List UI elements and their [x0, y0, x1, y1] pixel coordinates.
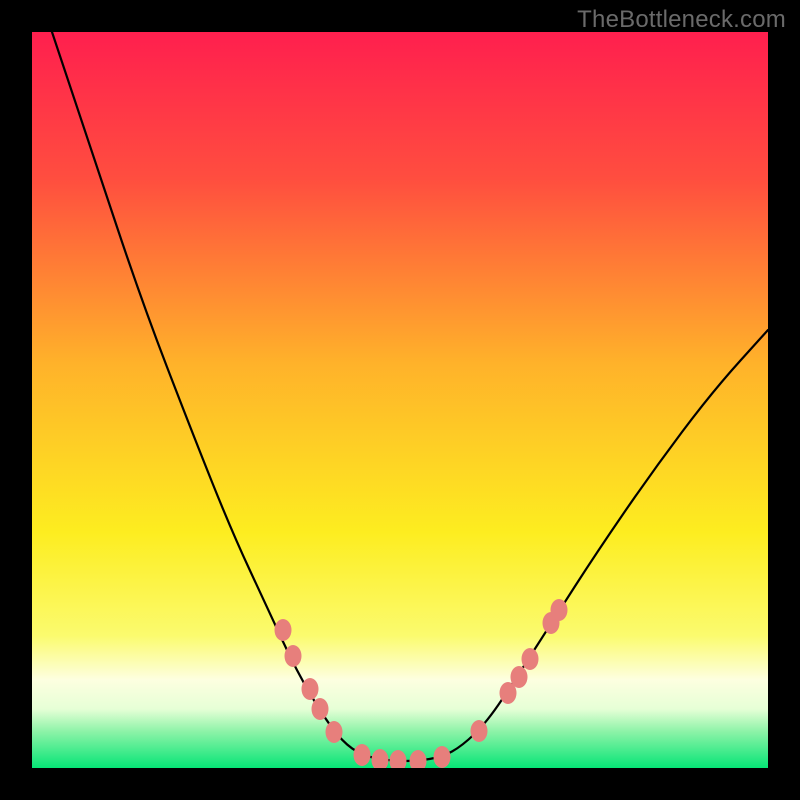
curve-marker: [285, 645, 302, 667]
chart-svg: [32, 32, 768, 768]
curve-marker: [511, 666, 528, 688]
curve-marker: [354, 744, 371, 766]
curve-marker: [312, 698, 329, 720]
outer-frame: TheBottleneck.com: [0, 0, 800, 800]
curve-marker: [434, 746, 451, 768]
curve-marker: [551, 599, 568, 621]
curve-marker: [522, 648, 539, 670]
gradient-background: [32, 32, 768, 768]
plot-area: [32, 32, 768, 768]
curve-marker: [326, 721, 343, 743]
curve-marker: [471, 720, 488, 742]
watermark-text: TheBottleneck.com: [577, 6, 786, 34]
curve-marker: [302, 678, 319, 700]
curve-marker: [275, 619, 292, 641]
